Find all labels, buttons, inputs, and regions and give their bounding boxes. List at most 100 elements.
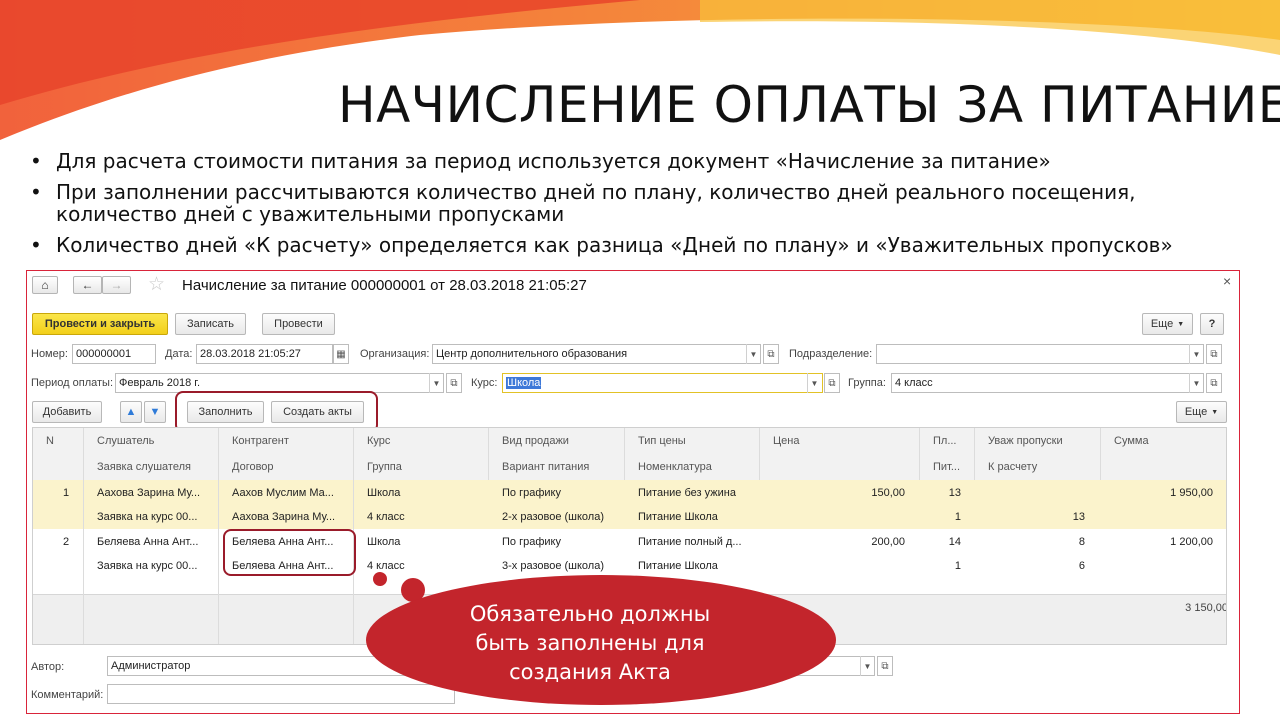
calendar-icon[interactable]: ▦	[333, 344, 349, 364]
col-header-excused[interactable]: Уваж пропуски	[988, 435, 1063, 447]
col-header-meal-variant[interactable]: Вариант питания	[502, 461, 589, 473]
author-label: Автор:	[31, 661, 65, 673]
course-dropdown-icon[interactable]: ▼	[807, 373, 821, 393]
date-field[interactable]: 28.03.2018 21:05:27	[196, 344, 333, 364]
col-header-to-calc[interactable]: К расчету	[988, 461, 1037, 473]
highlight-frame-contractor	[223, 529, 356, 576]
cell-sum: 1 950,00	[1170, 487, 1213, 499]
bullet-item: При заполнении рассчитываются количество…	[30, 181, 1260, 225]
post-button[interactable]: Провести	[262, 313, 335, 335]
cell-contractor: Аахов Муслим Ма...	[232, 487, 334, 499]
cell-price: 150,00	[871, 487, 905, 499]
forward-button[interactable]: →	[102, 276, 131, 294]
col-header-course[interactable]: Курс	[367, 435, 390, 447]
cell-meal-variant: 3-х разовое (школа)	[502, 560, 604, 572]
date-label: Дата:	[165, 348, 193, 360]
number-label: Номер:	[31, 348, 68, 360]
col-header-contract[interactable]: Договор	[232, 461, 274, 473]
group-label: Группа:	[848, 377, 886, 389]
home-button[interactable]: ⌂	[32, 276, 58, 294]
cell-nomenclature: Питание Школа	[638, 511, 718, 523]
callout-line: создания Акта	[509, 660, 671, 684]
cell-nomenclature: Питание Школа	[638, 560, 718, 572]
callout-dot-small	[373, 572, 387, 586]
cell-application: Заявка на курс 00...	[97, 511, 198, 523]
arrow-left-icon: ←	[81, 278, 94, 292]
group-field[interactable]: 4 класс	[891, 373, 1204, 393]
cell-contract: Аахова Зарина Му...	[232, 511, 336, 523]
col-header-sum[interactable]: Сумма	[1114, 435, 1149, 447]
cell-student: Беляева Анна Ант...	[97, 536, 199, 548]
table-more-button[interactable]: Еще ▼	[1176, 401, 1227, 423]
department-field[interactable]	[876, 344, 1204, 364]
col-header-student[interactable]: Слушатель	[97, 435, 154, 447]
post-and-close-button[interactable]: Провести и закрыть	[32, 313, 168, 335]
help-button[interactable]: ?	[1200, 313, 1224, 335]
cell-sale-type: По графику	[502, 487, 561, 499]
organization-dropdown-icon[interactable]: ▼	[746, 344, 760, 364]
col-header-application[interactable]: Заявка слушателя	[97, 461, 191, 473]
comment-label: Комментарий:	[31, 689, 104, 701]
course-field[interactable]: Школа	[502, 373, 823, 393]
period-dropdown-icon[interactable]: ▼	[429, 373, 443, 393]
number-field[interactable]: 000000001	[72, 344, 156, 364]
group-open-icon[interactable]: ⧉	[1206, 373, 1222, 393]
cell-meals: 1	[954, 511, 961, 523]
col-header-nomenclature[interactable]: Номенклатура	[638, 461, 712, 473]
col-header-price-type[interactable]: Тип цены	[638, 435, 686, 447]
move-down-button[interactable]: ▼	[144, 401, 166, 423]
more-label: Еще	[1150, 318, 1174, 330]
department-open-icon[interactable]: ⧉	[1206, 344, 1222, 364]
col-header-meals[interactable]: Пит...	[933, 461, 960, 473]
period-open-icon[interactable]: ⧉	[446, 373, 462, 393]
author-dropdown-icon[interactable]: ▼	[860, 656, 874, 676]
bullet-list: Для расчета стоимости питания за период …	[30, 150, 1260, 265]
cell-to-calc: 6	[1078, 560, 1085, 572]
move-up-button[interactable]: ▲	[120, 401, 142, 423]
arrow-up-icon: ▲	[125, 406, 137, 418]
cell-group: 4 класс	[367, 511, 405, 523]
group-dropdown-icon[interactable]: ▼	[1189, 373, 1203, 393]
comment-field[interactable]	[107, 684, 455, 704]
save-button[interactable]: Записать	[175, 313, 246, 335]
cell-plan: 14	[948, 536, 961, 548]
organization-open-icon[interactable]: ⧉	[763, 344, 779, 364]
cell-group: 4 класс	[367, 560, 405, 572]
row-number: 2	[63, 536, 70, 548]
department-dropdown-icon[interactable]: ▼	[1189, 344, 1203, 364]
col-header-price[interactable]: Цена	[773, 435, 799, 447]
callout-text: Обязательно должны быть заполнены для со…	[405, 600, 775, 687]
cell-meal-variant: 2-х разовое (школа)	[502, 511, 604, 523]
close-icon[interactable]: ×	[1223, 273, 1231, 289]
cell-meals: 1	[954, 560, 961, 572]
favorite-star-icon[interactable]: ☆	[148, 273, 165, 296]
col-header-sale-type[interactable]: Вид продажи	[502, 435, 569, 447]
col-header-contractor[interactable]: Контрагент	[232, 435, 289, 447]
home-icon: ⌂	[41, 278, 49, 292]
more-button[interactable]: Еще ▼	[1142, 313, 1193, 335]
course-open-icon[interactable]: ⧉	[824, 373, 840, 393]
course-label: Курс:	[471, 377, 498, 389]
cell-price: 200,00	[871, 536, 905, 548]
cell-course: Школа	[367, 536, 401, 548]
back-button[interactable]: ←	[73, 276, 102, 294]
col-header-group[interactable]: Группа	[367, 461, 402, 473]
period-field[interactable]: Февраль 2018 г.	[115, 373, 444, 393]
author-open-icon[interactable]: ⧉	[877, 656, 893, 676]
organization-field[interactable]: Центр дополнительного образования	[432, 344, 761, 364]
cell-plan: 13	[948, 487, 961, 499]
cell-price-type: Питание без ужина	[638, 487, 736, 499]
bullet-item: Для расчета стоимости питания за период …	[30, 150, 1260, 172]
period-label: Период оплаты:	[31, 377, 114, 389]
table-more-label: Еще	[1184, 406, 1208, 418]
slide-title: НАЧИСЛЕНИЕ ОПЛАТЫ ЗА ПИТАНИЕ	[338, 76, 1280, 134]
bullet-item: Количество дней «К расчету» определяется…	[30, 234, 1260, 256]
add-row-button[interactable]: Добавить	[32, 401, 102, 423]
cell-sum: 1 200,00	[1170, 536, 1213, 548]
row-number: 1	[63, 487, 70, 499]
col-header-plan[interactable]: Пл...	[933, 435, 957, 447]
cell-sale-type: По графику	[502, 536, 561, 548]
cell-price-type: Питание полный д...	[638, 536, 742, 548]
arrow-right-icon: →	[110, 278, 123, 292]
col-header-n[interactable]: N	[46, 435, 54, 447]
